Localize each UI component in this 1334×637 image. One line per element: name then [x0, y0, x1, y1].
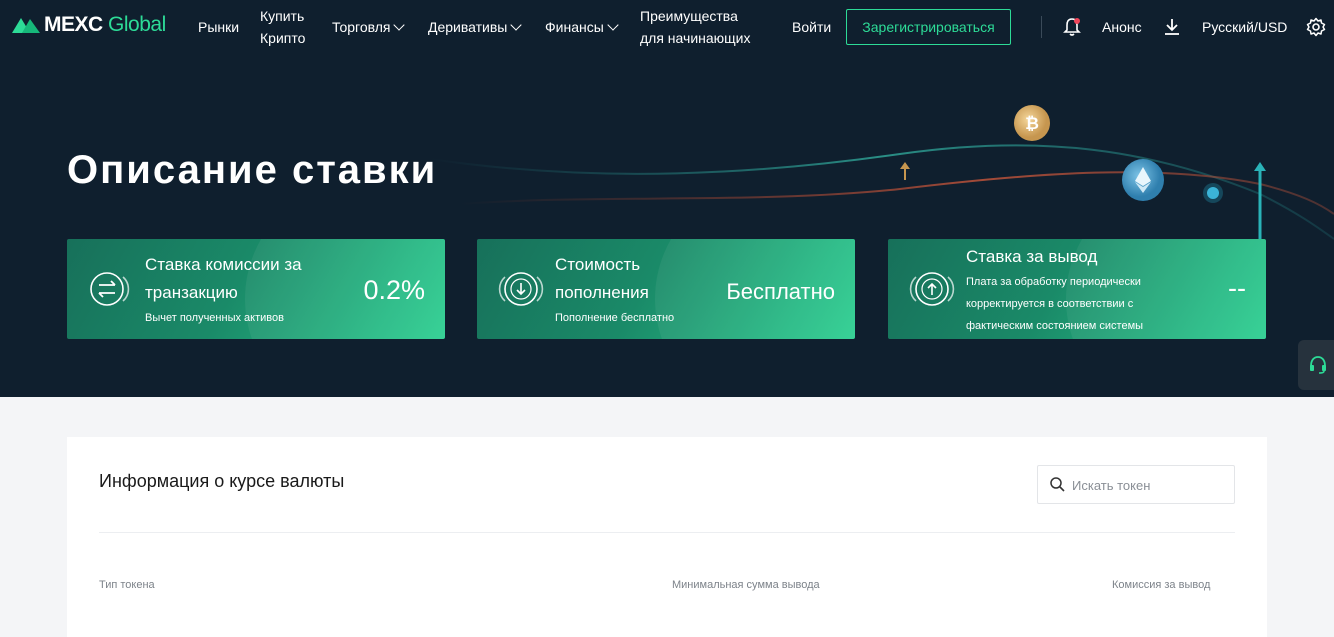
- search-icon: [1050, 477, 1065, 492]
- gear-icon[interactable]: [1306, 17, 1326, 37]
- logo-text-accent: Global: [108, 13, 166, 36]
- logo-text-main: MEXC: [44, 13, 103, 36]
- card-subtitle-line3: фактическим состоянием системы: [966, 320, 1144, 332]
- nav-markets[interactable]: Рынки: [198, 16, 239, 38]
- deposit-arrow-icon: [498, 272, 544, 306]
- card-subtitle: Пополнение бесплатно: [555, 312, 675, 324]
- support-headset-icon: [1310, 356, 1326, 374]
- search-input[interactable]: [1070, 466, 1224, 505]
- card-subtitle-line1: Плата за обработку периодически: [966, 276, 1141, 288]
- hero-banner: ₿ Описание ставки Ставка комиссии за тра…: [0, 54, 1334, 397]
- nav-finance[interactable]: Финансы: [545, 16, 619, 38]
- card-title-line1: Стоимость: [555, 255, 641, 274]
- register-button[interactable]: Зарегистрироваться: [846, 9, 1011, 45]
- nav-buy-crypto-line1: Купить: [260, 8, 305, 24]
- svg-text:₿: ₿: [1025, 114, 1039, 134]
- transaction-fee-card: Ставка комиссии за транзакцию Вычет полу…: [67, 239, 445, 339]
- column-header-token-type: Тип токена: [99, 579, 155, 591]
- decorative-wave-lines: [429, 144, 1334, 240]
- card-title-line2: пополнения: [555, 283, 649, 302]
- card-title-line2: транзакцию: [145, 283, 238, 302]
- chevron-down-icon: [510, 19, 523, 31]
- announcement-link[interactable]: Анонс: [1102, 16, 1142, 38]
- withdrawal-fee-card: Ставка за вывод Плата за обработку перио…: [888, 239, 1266, 339]
- chevron-down-icon: [393, 19, 406, 31]
- card-value: Бесплатно: [726, 279, 835, 304]
- ethereum-coin-icon: [1122, 159, 1164, 201]
- card-title-line1: Ставка комиссии за: [145, 255, 302, 274]
- nav-derivatives-label: Деривативы: [428, 19, 508, 35]
- currency-info-panel: Информация о курсе валюты Тип токена Мин…: [67, 437, 1267, 637]
- column-header-withdrawal-fee: Комиссия за вывод: [1112, 579, 1211, 591]
- mexc-logo-icon: [12, 18, 40, 33]
- nav-trading[interactable]: Торговля: [332, 16, 406, 38]
- nav-buy-crypto[interactable]: Купить Крипто: [260, 5, 305, 49]
- nav-beginners-line2: для начинающих: [640, 30, 751, 46]
- nav-beginners[interactable]: Преимущества для начинающих: [640, 5, 751, 49]
- section-title: Информация о курсе валюты: [99, 471, 345, 491]
- card-value: --: [1228, 273, 1246, 303]
- nav-finance-label: Финансы: [545, 19, 604, 35]
- token-search[interactable]: [1037, 465, 1235, 505]
- column-header-min-withdrawal: Минимальная сумма вывода: [672, 579, 820, 591]
- card-value: 0.2%: [363, 275, 425, 305]
- mexc-logo[interactable]: MEXC Global: [10, 13, 166, 37]
- page-title: Описание ставки: [67, 148, 438, 192]
- exchange-arrows-icon: [90, 272, 130, 306]
- card-subtitle: Вычет полученных активов: [145, 312, 284, 324]
- bell-icon[interactable]: [1063, 17, 1081, 37]
- nav-beginners-line1: Преимущества: [640, 8, 738, 24]
- nav-divider: [1041, 16, 1042, 38]
- card-subtitle-line2: корректируется в соответствии с: [966, 298, 1134, 310]
- download-icon[interactable]: [1164, 18, 1180, 36]
- bitcoin-coin-icon: ₿: [1014, 105, 1050, 141]
- card-title: Ставка за вывод: [966, 247, 1098, 266]
- deposit-fee-card: Стоимость пополнения Пополнение бесплатн…: [477, 239, 855, 339]
- top-navbar: MEXC Global Рынки Купить Крипто Торговля…: [0, 0, 1334, 54]
- support-button[interactable]: [1298, 340, 1334, 390]
- nav-trading-label: Торговля: [332, 19, 391, 35]
- login-link[interactable]: Войти: [792, 16, 831, 38]
- nav-derivatives[interactable]: Деривативы: [428, 16, 523, 38]
- withdraw-arrow-icon: [909, 272, 955, 306]
- divider: [99, 532, 1235, 533]
- language-currency-selector[interactable]: Русский/USD: [1202, 16, 1287, 38]
- nav-buy-crypto-line2: Крипто: [260, 30, 306, 46]
- chevron-down-icon: [607, 19, 619, 31]
